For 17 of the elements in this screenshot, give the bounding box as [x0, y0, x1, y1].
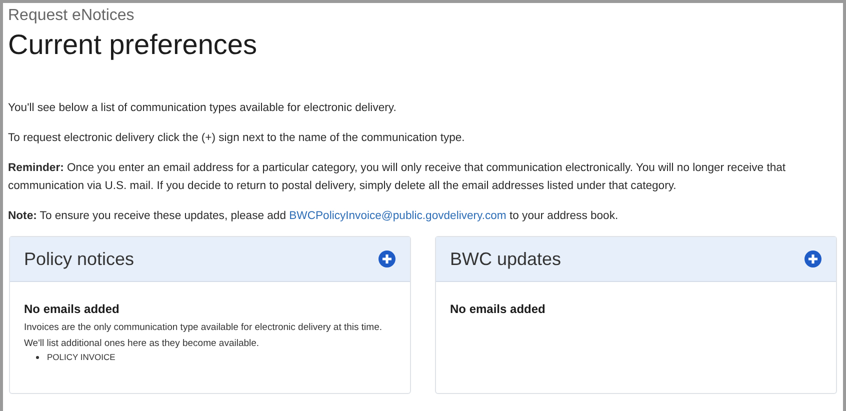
note-text: We'll list additional ones here as they become available. [24, 338, 260, 349]
bullet-icon [36, 356, 39, 358]
email-link[interactable]: BWCPolicyInvoice@public.govdelivery.com [289, 210, 506, 222]
status-text: No emails added [24, 302, 120, 316]
note-text: Invoices are the only communication type available for electronic delivery at this time. [24, 322, 384, 333]
add-button[interactable] [804, 250, 822, 268]
list-item: POLICY INVOICE [47, 352, 116, 362]
status-text: No emails added [450, 302, 546, 316]
page-title: Current preferences [8, 28, 258, 62]
paragraph: You'll see below a list of communication types available for electronic delivery. [8, 101, 398, 116]
add-button[interactable] [378, 250, 396, 268]
card-title: Policy notices [24, 248, 134, 270]
card-title: BWC updates [450, 248, 562, 270]
breadcrumb: Request eNotices [8, 7, 136, 25]
paragraph: To request electronic delivery click the (+) sign next to the name of the communication type. [8, 131, 466, 146]
paragraph: Note: To ensure you receive these updates, please add BWCPolicyInvoice@public.govdelivery.com to your address book. [8, 209, 620, 224]
paragraph: Reminder: Once you enter an email address for a particular category, you will only receive that communication electronically. You will no longer receive that communication via U.S. mail. If you decide to return to postal delivery, simply delete all the email addresses listed under that category. [8, 161, 787, 194]
